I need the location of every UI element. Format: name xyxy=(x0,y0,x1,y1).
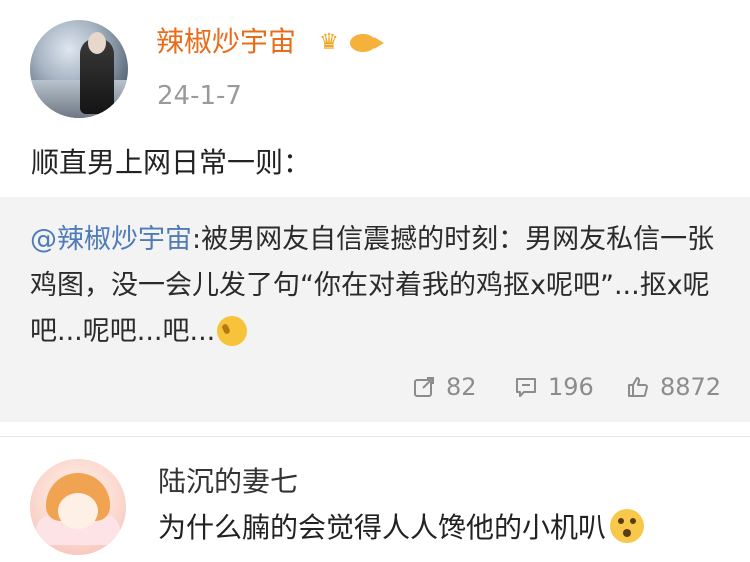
comment-count-button[interactable]: 196 xyxy=(514,369,594,405)
repost-content: @辣椒炒宇宙:被男网友自信震撼的时刻：男网友私信一张鸡图，没一会儿发了句“你在对… xyxy=(30,217,730,355)
comment-icon xyxy=(516,378,536,397)
post-date: 24-1-7 xyxy=(157,81,242,111)
comment-author-name[interactable]: 陆沉的妻七 xyxy=(158,462,298,502)
section-divider xyxy=(0,436,750,437)
comment-text: 为什么腩的会觉得人人馋他的小机叭 xyxy=(158,508,645,548)
comment-body: 为什么腩的会觉得人人馋他的小机叭 xyxy=(158,511,607,544)
like-count-button[interactable]: 8872 xyxy=(626,369,721,405)
repost-card[interactable]: @辣椒炒宇宙:被男网友自信震撼的时刻：男网友私信一张鸡图，没一会儿发了句“你在对… xyxy=(0,197,750,422)
repost-mention[interactable]: @辣椒炒宇宙 xyxy=(30,224,192,255)
post-text: 顺直男上网日常一则： xyxy=(31,146,312,179)
comment-author-avatar[interactable] xyxy=(30,459,126,555)
like-count: 8872 xyxy=(660,373,722,401)
crown-icon: ♛ xyxy=(319,30,339,55)
facepalm-emoji xyxy=(217,316,248,346)
repost-icon xyxy=(414,377,434,397)
shocked-emoji xyxy=(610,509,645,543)
repost-count: 82 xyxy=(446,373,477,401)
avatar-face xyxy=(88,32,106,54)
thumbs-up-icon xyxy=(628,377,648,397)
fish-icon xyxy=(348,28,384,58)
repost-count-button[interactable]: 82 xyxy=(412,369,477,405)
avatar-face xyxy=(58,493,98,529)
post-author-avatar[interactable] xyxy=(30,20,128,118)
post-author-name[interactable]: 辣椒炒宇宙 xyxy=(156,22,296,62)
comment-count: 196 xyxy=(548,373,594,401)
